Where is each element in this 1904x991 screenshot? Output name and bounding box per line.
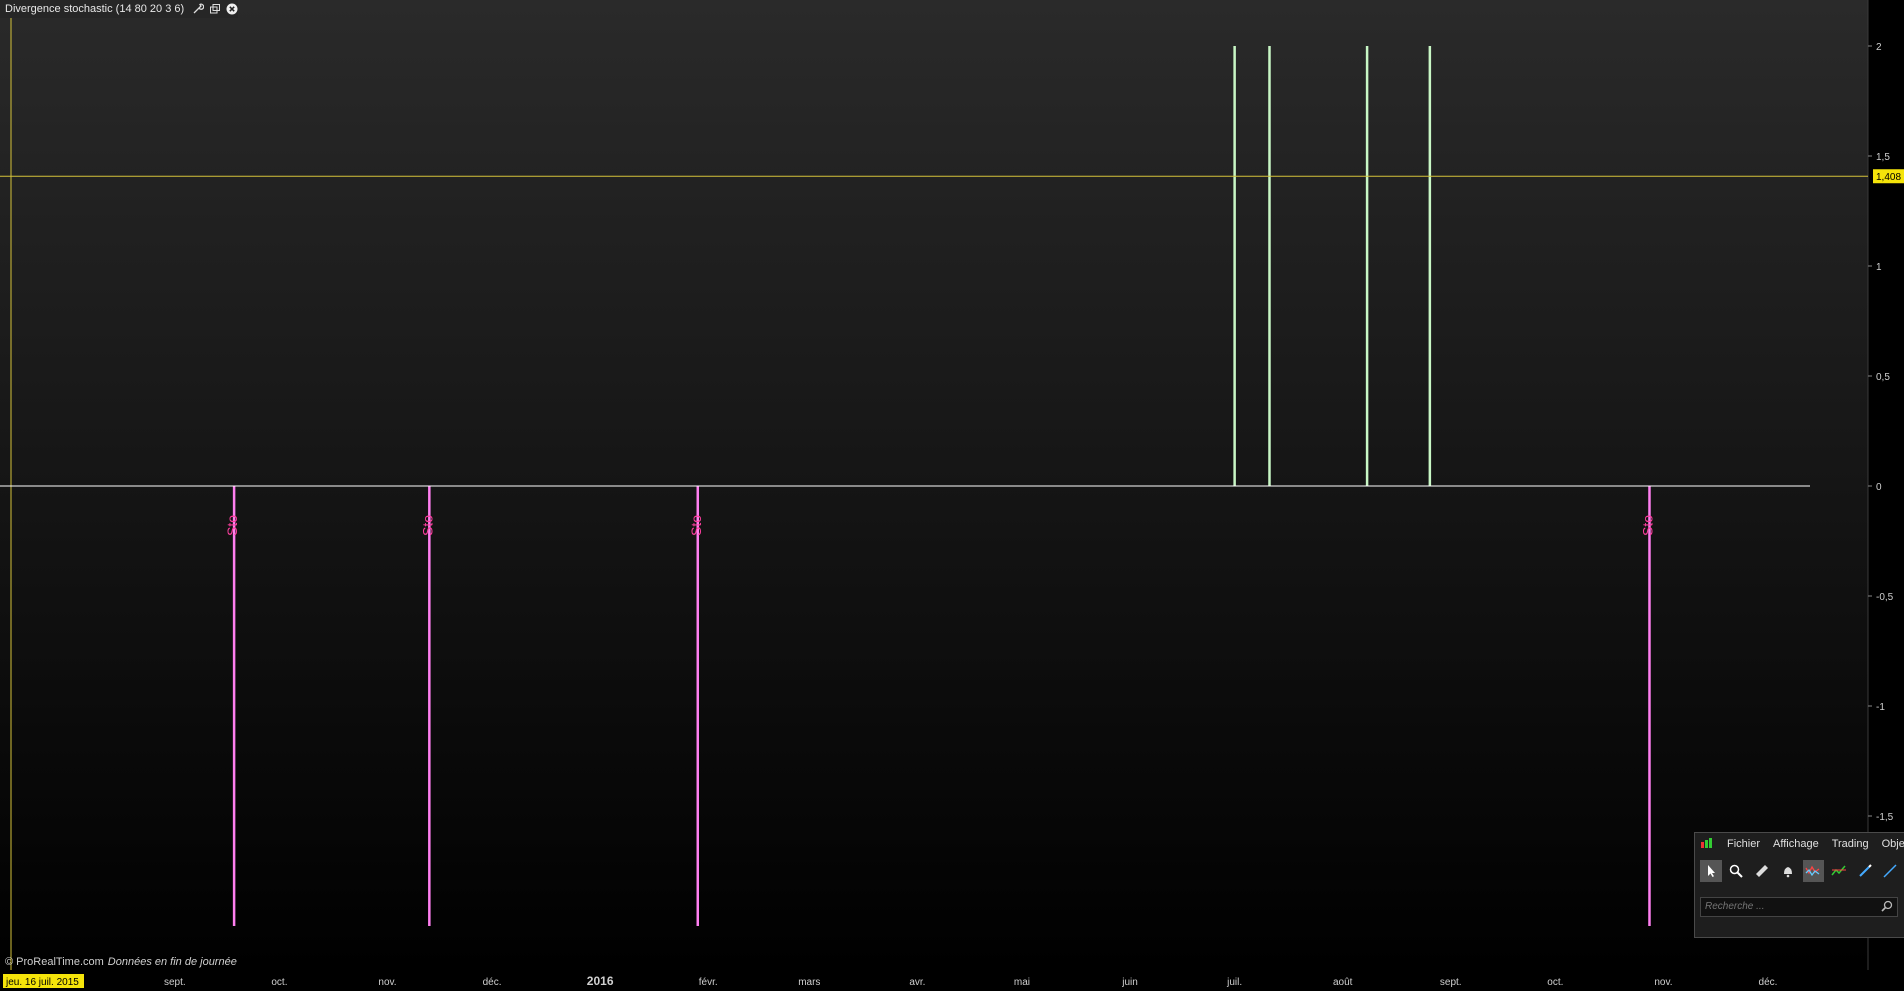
x-tick-label-3: déc. <box>483 977 502 988</box>
x-tick-label-13: oct. <box>1547 977 1563 988</box>
toolbar-menu-row: Fichier Affichage Trading Objets <box>1695 833 1904 855</box>
indicator-icon[interactable] <box>1802 860 1825 882</box>
plot-background <box>0 0 1868 970</box>
y-tick-label-6: -1 <box>1876 702 1885 713</box>
cursor-date-label: jeu. 16 juil. 2015 <box>5 977 79 988</box>
x-tick-label-0: sept. <box>164 977 186 988</box>
y-tick-label-7: -1,5 <box>1876 812 1894 823</box>
data-note: Données en fin de journée <box>107 956 237 968</box>
wrench-icon[interactable] <box>192 3 205 15</box>
x-tick-label-14: nov. <box>1654 977 1672 988</box>
y-tick-label-0: 2 <box>1876 42 1882 53</box>
y-tick-label-3: 0,5 <box>1876 372 1890 383</box>
floating-toolbar: Fichier Affichage Trading Objets <box>1694 832 1904 938</box>
line-icon[interactable] <box>1879 860 1901 882</box>
chart[interactable]: 1,408 Sto Sto Sto Sto 2 1,5 1 0,5 0 -0,5 -1 -1,5 sep… <box>0 0 1904 991</box>
x-tick-label-1: oct. <box>271 977 287 988</box>
annotation-sto-1: Sto <box>419 515 435 536</box>
annotation-sto-2: Sto <box>688 515 704 536</box>
x-tick-label-11: août <box>1333 977 1353 988</box>
pen-icon[interactable] <box>1854 860 1876 882</box>
y-axis-panel <box>1868 0 1904 970</box>
search-box <box>1700 897 1898 917</box>
x-tick-label-8: mai <box>1014 977 1030 988</box>
restore-window-icon[interactable] <box>209 3 221 15</box>
x-tick-label-5: févr. <box>699 977 718 988</box>
y-tick-label-2: 1 <box>1876 262 1882 273</box>
close-icon[interactable] <box>226 3 238 15</box>
copyright-text: © ProRealTime.com <box>5 956 104 968</box>
ruler-icon[interactable] <box>1751 860 1773 882</box>
y-tick-label-1: 1,5 <box>1876 152 1890 163</box>
annotation-sto-3: Sto <box>1639 515 1655 536</box>
x-tick-label-4: 2016 <box>587 974 614 988</box>
pointer-icon[interactable] <box>1700 860 1722 882</box>
zoom-icon[interactable] <box>1726 860 1748 882</box>
x-tick-label-12: sept. <box>1440 977 1462 988</box>
x-tick-label-15: déc. <box>1759 977 1778 988</box>
search-icon[interactable] <box>1881 900 1893 915</box>
reference-value-label: 1,408 <box>1876 172 1901 183</box>
copyright-footer: © ProRealTime.com Données en fin de journ… <box>5 956 237 968</box>
y-tick-label-4: 0 <box>1876 482 1882 493</box>
x-tick-label-2: nov. <box>378 977 396 988</box>
annotation-sto-0: Sto <box>224 515 240 536</box>
x-tick-label-10: juil. <box>1226 977 1242 988</box>
alert-bell-icon[interactable] <box>1777 860 1799 882</box>
x-tick-label-6: mars <box>798 977 820 988</box>
menu-trading[interactable]: Trading <box>1832 838 1869 850</box>
title-icon-group <box>192 3 238 15</box>
x-tick-label-9: juin <box>1121 977 1138 988</box>
x-tick-label-7: avr. <box>909 977 925 988</box>
app-logo-icon <box>1700 837 1714 852</box>
y-tick-label-5: -0,5 <box>1876 592 1894 603</box>
indicator-title-bar: Divergence stochastic (14 80 20 3 6) <box>0 0 239 18</box>
indicator-title: Divergence stochastic (14 80 20 3 6) <box>5 3 185 15</box>
menu-objets[interactable]: Objets <box>1882 838 1904 850</box>
search-input[interactable] <box>1701 898 1879 914</box>
menu-fichier[interactable]: Fichier <box>1727 838 1760 850</box>
trend-icon[interactable] <box>1828 860 1850 882</box>
menu-affichage[interactable]: Affichage <box>1773 838 1819 850</box>
toolbar-tool-row <box>1695 855 1904 882</box>
